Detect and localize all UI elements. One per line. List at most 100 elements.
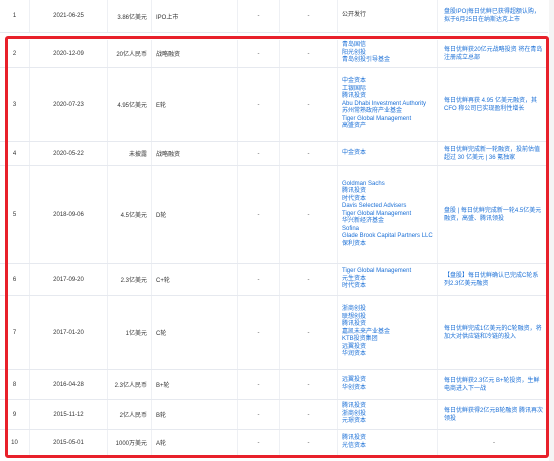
row-valuation: - (238, 264, 280, 295)
row-round: C轮 (152, 296, 238, 369)
investor-link[interactable]: 中金资本 (342, 78, 426, 86)
row-news[interactable]: 每日优鲜获得2亿元B轮融资 腾讯再次领投 (438, 400, 548, 429)
investor-link[interactable]: 中金资本 (342, 150, 366, 158)
investor-link[interactable]: 时代资本 (342, 196, 433, 204)
row-news[interactable]: 每日优鲜获2.3亿元 B+轮投资，生鲜电商进入下一战 (438, 370, 548, 399)
row-amount: 4.5亿美元 (108, 166, 152, 263)
investor-link[interactable]: Sofina (342, 226, 433, 234)
investor-link[interactable]: 华润资本 (342, 351, 390, 359)
row-ratio: - (280, 0, 338, 32)
investor-link[interactable]: 苏州常熟政府产业基金 (342, 108, 426, 116)
investor-link[interactable]: 腾讯投资 (342, 321, 390, 329)
news-link[interactable]: 每日优鲜获2.3亿元 B+轮投资，生鲜电商进入下一战 (444, 377, 544, 393)
row-news[interactable]: 每日优鲜完成1亿美元的C轮融资，将加大对供应链和冷链的投入 (438, 296, 548, 369)
row-news[interactable]: 盘股IPO|每日优鲜已获得超额认购，拟于6月25日在纳斯达克上市 (438, 0, 548, 32)
news-link[interactable]: 每日优鲜再获 4.95 亿美元融资，其 CFO 称公司已实现盈利性增长 (444, 97, 544, 113)
row-date: 2016-04-28 (30, 370, 108, 399)
row-ratio: - (280, 40, 338, 67)
row-ratio: - (280, 296, 338, 369)
row-investors: 青岛国信 阳光创投 青岛创投引导基金 (338, 40, 438, 67)
investor-link[interactable]: 光信资本 (342, 443, 366, 451)
row-ratio: - (280, 430, 338, 455)
investor-link[interactable]: 高盛资产 (342, 123, 426, 131)
row-valuation: - (238, 430, 280, 455)
row-index: 8 (0, 370, 30, 399)
row-news[interactable]: 每日优鲜再获 4.95 亿美元融资，其 CFO 称公司已实现盈利性增长 (438, 68, 548, 141)
row-amount: 4.95亿美元 (108, 68, 152, 141)
row-valuation: - (238, 400, 280, 429)
row-amount: 20亿人民币 (108, 40, 152, 67)
news-link[interactable]: 【盘股】每日优鲜确认已完成C轮系列2.3亿美元融资 (444, 272, 544, 288)
table-row: 4 2020-05-22 未披露 战略融资 - - 中金资本 每日优鲜完成新一轮… (0, 142, 548, 166)
row-news[interactable]: 每日优鲜获20亿元战略投资 将在青岛注册成立总部 (438, 40, 548, 67)
table-row: 6 2017-09-20 2.3亿美元 C+轮 - - Tiger Global… (0, 264, 548, 296)
investor-link[interactable]: 腾讯投资 (342, 435, 366, 443)
news-link[interactable]: 每日优鲜完成1亿美元的C轮融资，将加大对供应链和冷链的投入 (444, 325, 544, 341)
row-news[interactable]: 盘股 | 每日优鲜完成新一轮4.5亿美元融资，高盛、腾讯领投 (438, 166, 548, 263)
row-amount: 1000万美元 (108, 430, 152, 455)
row-index: 1 (0, 0, 30, 32)
investor-link[interactable]: Glade Brook Capital Partners LLC (342, 233, 433, 241)
row-index: 5 (0, 166, 30, 263)
row-date: 2017-01-20 (30, 296, 108, 369)
row-date: 2017-09-20 (30, 264, 108, 295)
row-valuation: - (238, 142, 280, 165)
row-index: 9 (0, 400, 30, 429)
investor-link[interactable]: Davis Selected Advisers (342, 203, 433, 211)
row-round: B+轮 (152, 370, 238, 399)
row-news[interactable]: 每日优鲜完成新一轮融资，投前估值超过 30 亿美元 | 36 氪独家 (438, 142, 548, 165)
investor-link[interactable]: 远翼投资 (342, 377, 366, 385)
row-date: 2018-09-06 (30, 166, 108, 263)
row-ratio: - (280, 400, 338, 429)
investor-link[interactable]: Tiger Global Management (342, 268, 411, 276)
row-round: B轮 (152, 400, 238, 429)
row-news[interactable]: 【盘股】每日优鲜确认已完成C轮系列2.3亿美元融资 (438, 264, 548, 295)
row-ratio: - (280, 370, 338, 399)
news-link[interactable]: 每日优鲜获20亿元战略投资 将在青岛注册成立总部 (444, 46, 544, 62)
table-row: 3 2020-07-23 4.95亿美元 E轮 - - 中金资本 工银国际 腾讯… (0, 68, 548, 142)
investor-link[interactable]: 青岛国信 (342, 42, 390, 50)
row-valuation: - (238, 166, 280, 263)
row-valuation: - (238, 40, 280, 67)
investor-link[interactable]: 保利资本 (342, 241, 433, 249)
row-index: 7 (0, 296, 30, 369)
row-index: 4 (0, 142, 30, 165)
investor-link[interactable]: 青岛创投引导基金 (342, 57, 390, 65)
row-investors: 中金资本 (338, 142, 438, 165)
row-date: 2015-05-01 (30, 430, 108, 455)
row-investors: 中金资本 工银国际 腾讯投资 Abu Dhabi Investment Auth… (338, 68, 438, 141)
scrollbar[interactable] (549, 0, 554, 461)
table-row: 5 2018-09-06 4.5亿美元 D轮 - - Goldman Sachs… (0, 166, 548, 264)
investor-link[interactable]: 华创资本 (342, 385, 366, 393)
row-investors: 腾讯投资 浙商创投 元璟资本 (338, 400, 438, 429)
row-amount: 未披露 (108, 142, 152, 165)
row-round: A轮 (152, 430, 238, 455)
investor-link[interactable]: 时代资本 (342, 283, 411, 291)
row-valuation: - (238, 0, 280, 32)
row-investors: 公开发行 (338, 0, 438, 32)
row-round: 战略融资 (152, 40, 238, 67)
row-date: 2020-05-22 (30, 142, 108, 165)
row-date: 2020-12-09 (30, 40, 108, 67)
news-link[interactable]: 盘股IPO|每日优鲜已获得超额认购，拟于6月25日在纳斯达克上市 (444, 8, 544, 24)
row-news: - (438, 430, 548, 455)
investor-link[interactable]: 浙商创投 (342, 306, 390, 314)
investor-link[interactable]: 腾讯投资 (342, 403, 366, 411)
row-amount: 2.3亿人民币 (108, 370, 152, 399)
row-ratio: - (280, 68, 338, 141)
news-empty: - (493, 439, 495, 446)
news-link[interactable]: 每日优鲜获得2亿元B轮融资 腾讯再次领投 (444, 407, 544, 423)
investor-link[interactable]: 华兴新经济基金 (342, 218, 433, 226)
news-link[interactable]: 盘股 | 每日优鲜完成新一轮4.5亿美元融资，高盛、腾讯领投 (444, 207, 544, 223)
investor-link[interactable]: 腾讯投资 (342, 188, 433, 196)
news-link[interactable]: 每日优鲜完成新一轮融资，投前估值超过 30 亿美元 | 36 氪独家 (444, 146, 544, 162)
investor-link[interactable]: 元璟资本 (342, 418, 366, 426)
row-date: 2015-11-12 (30, 400, 108, 429)
row-round: IPO上市 (152, 0, 238, 32)
investor-link[interactable]: 腾讯投资 (342, 93, 426, 101)
row-investors: 远翼投资 华创资本 (338, 370, 438, 399)
row-index: 10 (0, 430, 30, 455)
investor-link[interactable]: KTB投资集团 (342, 336, 390, 344)
row-round: 战略融资 (152, 142, 238, 165)
table-row: 8 2016-04-28 2.3亿人民币 B+轮 - - 远翼投资 华创资本 每… (0, 370, 548, 400)
